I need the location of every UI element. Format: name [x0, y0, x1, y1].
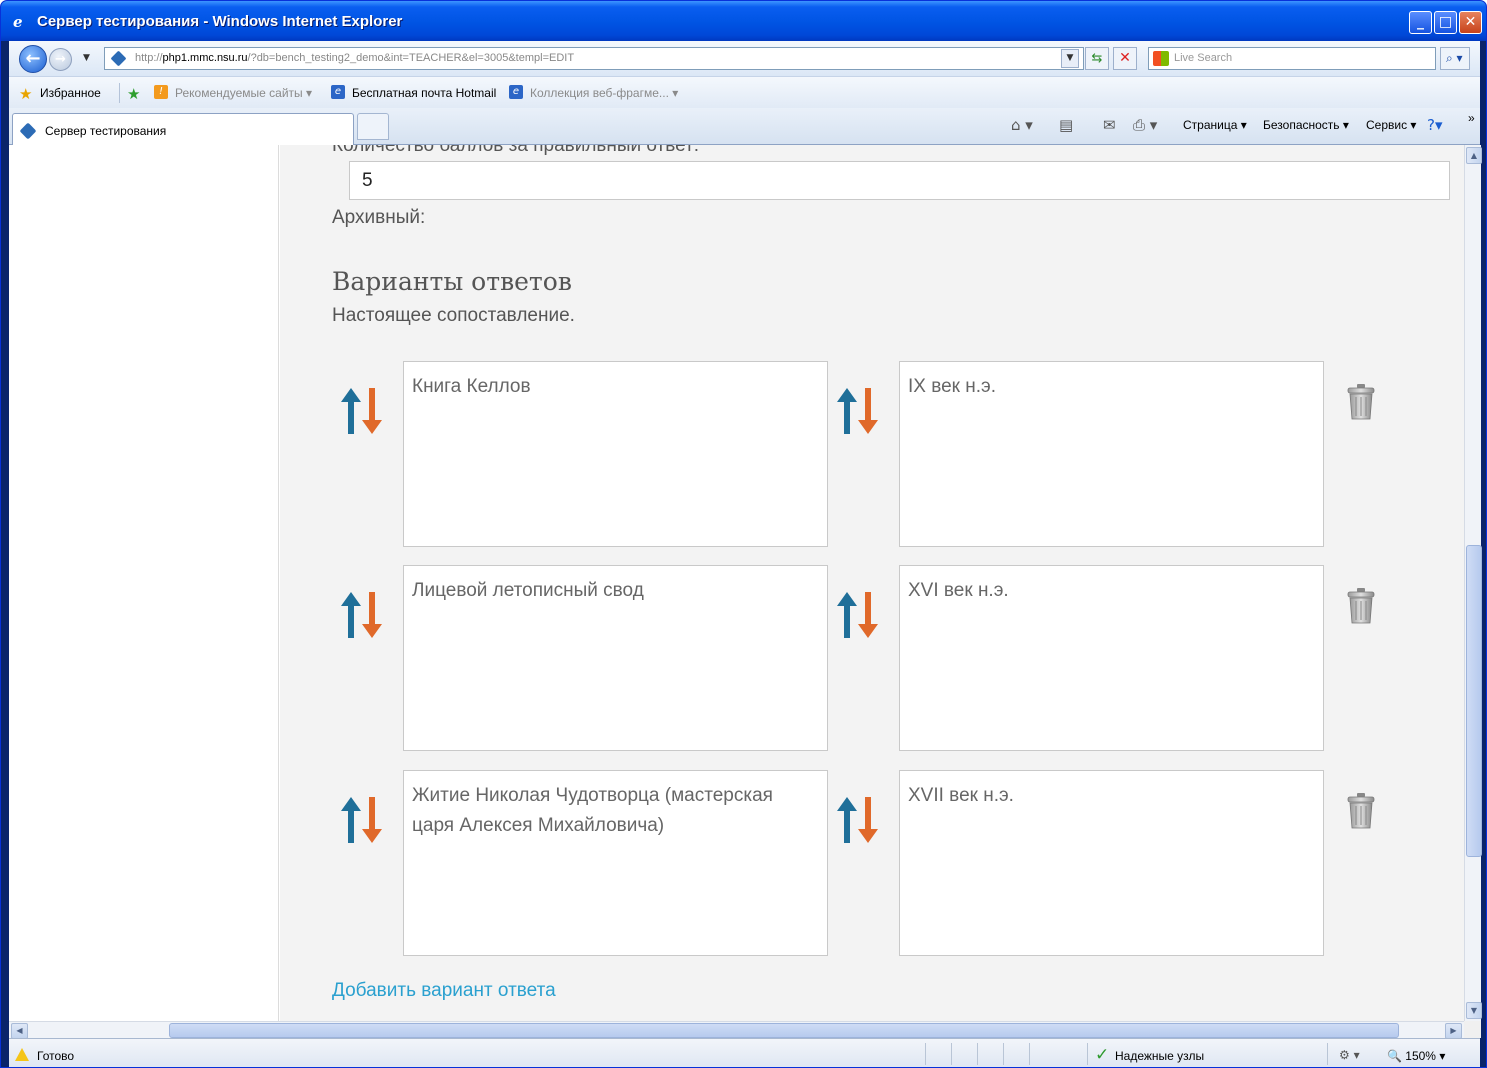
favorites-bar: ★ Избранное ★ ! Рекомендуемые сайты ▾ e … [9, 76, 1480, 108]
scroll-right-icon[interactable]: ▶ [1445, 1023, 1462, 1039]
swap-arrows-icon[interactable] [339, 590, 385, 640]
pair-left-input[interactable]: Книга Келлов [403, 361, 828, 547]
more-commands-button[interactable]: » [1468, 111, 1475, 125]
points-label: Количество баллов за правильный ответ: [332, 145, 700, 156]
back-arrow-icon[interactable]: ← [19, 45, 47, 73]
trash-icon[interactable] [1346, 587, 1376, 625]
url-text[interactable]: http://php1.mmc.nsu.ru/?db=bench_testing… [135, 52, 574, 64]
pair-left-input[interactable]: Житие Николая Чудотворца (мастерская цар… [403, 770, 828, 956]
scroll-down-icon[interactable]: ▼ [1466, 1002, 1482, 1019]
scroll-up-icon[interactable]: ▲ [1466, 147, 1482, 164]
print-icon[interactable]: ⎙ ▾ [1133, 116, 1157, 134]
favorites-star-icon: ★ [19, 85, 33, 103]
window-title: Сервер тестирования - Windows Internet E… [37, 13, 403, 30]
points-input[interactable]: 5 [349, 161, 1450, 200]
zoom-level[interactable]: 🔍 150% ▾ [1387, 1049, 1445, 1063]
main-form: Количество баллов за правильный ответ: 5… [280, 145, 1464, 1021]
warning-icon [15, 1048, 29, 1061]
divider [119, 83, 120, 103]
suggested-sites-icon: ! [154, 85, 168, 99]
address-dropdown-icon[interactable]: ▼ [1061, 49, 1079, 68]
trash-icon[interactable] [1346, 383, 1376, 421]
site-favicon-icon [19, 122, 37, 140]
scroll-left-icon[interactable]: ◀ [11, 1023, 28, 1039]
scroll-corner [1464, 1021, 1481, 1038]
protected-mode-icon[interactable]: ⚙ ▾ [1339, 1048, 1360, 1062]
divider [951, 1043, 952, 1065]
security-zone[interactable]: Надежные узлы [1115, 1049, 1204, 1063]
favorites-button[interactable]: Избранное [40, 86, 101, 100]
fav-link-hotmail[interactable]: Бесплатная почта Hotmail [352, 86, 496, 100]
address-input[interactable]: http://php1.mmc.nsu.ru/?db=bench_testing… [104, 47, 1084, 70]
live-search-logo-icon [1153, 51, 1169, 66]
ie-page-icon: e [509, 85, 523, 99]
forward-arrow-icon[interactable]: → [49, 48, 72, 71]
trash-icon[interactable] [1346, 792, 1376, 830]
search-input[interactable]: Live Search [1148, 47, 1436, 70]
history-dropdown-icon[interactable]: ▼ [83, 53, 90, 63]
new-tab-button[interactable] [357, 113, 389, 140]
divider [1327, 1043, 1328, 1065]
section-title: Варианты ответов [332, 267, 572, 296]
close-button[interactable]: ✕ [1459, 11, 1482, 34]
left-sidebar [9, 145, 279, 1021]
page-content: Количество баллов за правильный ответ: 5… [9, 145, 1464, 1021]
minimize-button[interactable]: _ [1409, 11, 1432, 34]
page-menu[interactable]: Страница ▾ [1183, 118, 1247, 132]
browser-window: e Сервер тестирования - Windows Internet… [0, 0, 1487, 1068]
search-placeholder: Live Search [1174, 52, 1233, 64]
archive-label: Архивный: [332, 207, 426, 228]
section-subtitle: Настоящее сопоставление. [332, 305, 575, 326]
divider [1003, 1043, 1004, 1065]
security-menu[interactable]: Безопасность ▾ [1263, 118, 1349, 132]
tab-row: Сервер тестирования ⌂ ▾ ▤ ✉ ⎙ ▾ Страница… [9, 108, 1480, 145]
title-bar[interactable]: e Сервер тестирования - Windows Internet… [1, 1, 1486, 41]
swap-arrows-icon[interactable] [835, 795, 881, 845]
divider [977, 1043, 978, 1065]
status-text: Готово [37, 1049, 75, 1063]
pair-left-input[interactable]: Лицевой летописный свод [403, 565, 828, 751]
fav-link-suggested[interactable]: Рекомендуемые сайты ▾ [175, 86, 312, 100]
home-icon[interactable]: ⌂ ▾ [1011, 116, 1033, 134]
add-answer-link[interactable]: Добавить вариант ответа [332, 980, 556, 1002]
mail-icon[interactable]: ✉ [1103, 116, 1116, 134]
tools-menu[interactable]: Сервис ▾ [1366, 118, 1416, 132]
vertical-scrollbar[interactable]: ▲ ▼ [1464, 145, 1482, 1021]
ie-page-icon: e [331, 85, 345, 99]
pair-right-input[interactable]: XVII век н.э. [899, 770, 1324, 956]
divider [1087, 1043, 1088, 1065]
tab-label: Сервер тестирования [45, 124, 167, 138]
maximize-button[interactable]: □ [1434, 11, 1457, 34]
pair-right-input[interactable]: IX век н.э. [899, 361, 1324, 547]
feeds-icon[interactable]: ▤ [1059, 116, 1073, 134]
stop-icon[interactable]: ✕ [1113, 47, 1137, 70]
trusted-check-icon: ✓ [1095, 1045, 1110, 1065]
horizontal-scrollbar[interactable]: ◀ ▶ [9, 1021, 1464, 1039]
tab-active[interactable]: Сервер тестирования [12, 113, 354, 145]
swap-arrows-icon[interactable] [835, 386, 881, 436]
swap-arrows-icon[interactable] [835, 590, 881, 640]
status-bar: Готово ✓ Надежные узлы ⚙ ▾ 🔍 150% ▾ [9, 1038, 1480, 1067]
add-favorite-icon[interactable]: ★ [127, 85, 140, 103]
divider [1029, 1043, 1030, 1065]
refresh-icon[interactable]: ⇆ [1085, 47, 1109, 70]
site-favicon-icon [110, 50, 127, 67]
help-icon[interactable]: ?▾ [1427, 116, 1443, 134]
vertical-scroll-thumb[interactable] [1466, 545, 1482, 857]
swap-arrows-icon[interactable] [339, 795, 385, 845]
ie-logo-icon: e [13, 13, 23, 31]
divider [925, 1043, 926, 1065]
fav-link-webslices[interactable]: Коллекция веб-фрагме... ▾ [530, 86, 678, 100]
horizontal-scroll-thumb[interactable] [169, 1023, 1399, 1038]
search-icon[interactable]: ⌕ ▾ [1440, 47, 1470, 70]
swap-arrows-icon[interactable] [339, 386, 385, 436]
pair-right-input[interactable]: XVI век н.э. [899, 565, 1324, 751]
address-toolbar: ← → ▼ http://php1.mmc.nsu.ru/?db=bench_t… [9, 41, 1480, 76]
